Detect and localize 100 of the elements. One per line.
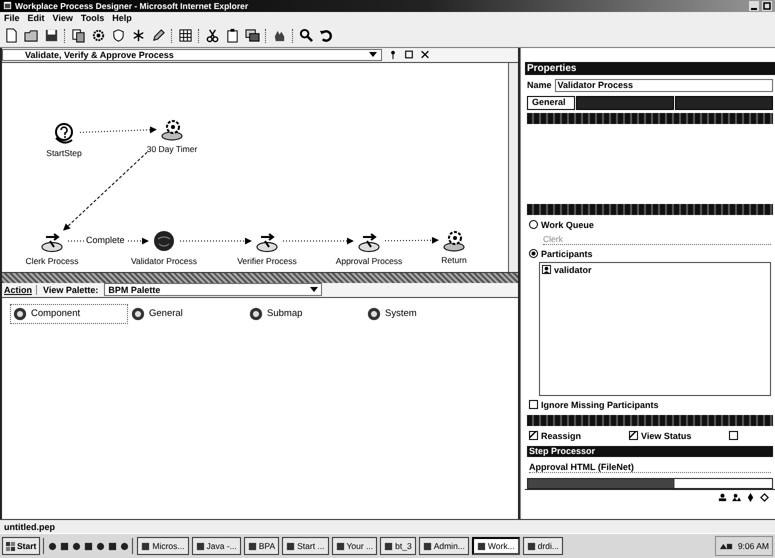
radio-button[interactable] [529,220,538,230]
palette-item[interactable]: General [128,304,246,324]
taskbar-button[interactable]: BPA [244,537,280,556]
app-icon [196,542,204,551]
radio-button[interactable] [529,249,538,258]
grid-icon[interactable] [178,28,193,44]
tab[interactable] [576,96,674,110]
node-label: Return [441,254,467,265]
person-icon[interactable] [718,492,727,502]
palette-item[interactable]: System [364,304,482,324]
ring-icon [13,306,27,321]
magnifier-icon[interactable] [299,28,314,44]
user-icon [542,265,551,274]
palette-label: View Palette: [43,284,98,295]
connector-arrow [282,237,354,244]
taskbar-button[interactable]: Java -... [192,537,241,556]
diamond-outline-icon[interactable] [760,492,769,502]
checkbox[interactable] [629,431,638,440]
people-icon[interactable] [732,492,741,502]
queue-field[interactable]: Clerk [543,234,771,245]
taskbar-button[interactable]: Your ... [332,537,378,556]
menu-item[interactable]: View [52,13,73,24]
ring-icon [131,306,145,321]
app-icon [141,542,150,551]
window-icon [3,1,12,10]
globe-icon[interactable] [152,228,176,253]
undo-icon[interactable] [319,28,334,44]
ring-icon [367,306,381,321]
restore-icon[interactable] [404,49,414,60]
participant-item[interactable]: validator [554,264,592,275]
tray-icon[interactable] [718,542,733,551]
processor-field[interactable]: Approval HTML (FileNet) [529,462,771,473]
section-bar: Step Processor [527,446,773,457]
shield-icon[interactable] [111,28,126,44]
app-icon [476,542,486,551]
ring-icon [249,306,263,321]
start-button[interactable]: Start [2,537,40,556]
checkbox-label[interactable]: Reassign [541,430,582,441]
checkbox[interactable] [729,431,738,440]
connector-arrow [384,236,439,244]
pin-icon[interactable] [388,49,398,60]
taskbar-button[interactable]: drdi... [522,537,563,556]
pages-icon[interactable] [71,28,86,44]
document-selector[interactable]: Validate, Verify & Approve Process [2,48,382,61]
node-label: 30 Day Timer [146,144,198,154]
name-field[interactable]: Validator Process [554,78,773,92]
close-icon[interactable] [420,49,430,60]
app-icon [248,542,257,551]
page-icon[interactable] [4,28,19,44]
taskbar-button[interactable]: Work... [472,537,520,556]
node-label: Approval Process [336,256,402,266]
action-tab[interactable]: Action [4,284,37,295]
taskbar-button[interactable]: Start ... [282,537,329,556]
menu-item[interactable]: Help [112,13,132,24]
question-bubble-icon[interactable] [52,120,76,145]
checkbox[interactable] [529,400,538,410]
node-label: StartStep [46,148,82,158]
connector-label: Complete [84,234,127,245]
name-label: Name [527,80,552,90]
palette-item[interactable]: Submap [246,304,364,324]
horizontal-scrollbar[interactable] [527,478,773,489]
window-title: Workplace Process Designer - Microsoft Internet Explorer [15,0,248,11]
palette-item[interactable]: Component [10,304,128,324]
palette-dropdown[interactable]: BPM Palette [104,283,322,296]
clock: 9:06 AM [738,541,769,552]
node-label: Verifier Process [237,256,297,266]
node-label: Validator Process [131,256,197,266]
tab[interactable] [675,96,773,110]
stack-icon[interactable] [245,28,260,44]
checkbox-label[interactable]: View Status [641,430,692,441]
taskbar-button[interactable]: bt_3 [380,537,416,556]
vertical-scrollbar[interactable] [508,62,518,272]
asterisk-icon[interactable] [131,28,146,44]
pencil-icon[interactable] [151,28,166,44]
menu-item[interactable]: File [4,13,20,24]
folder-icon[interactable] [24,28,39,44]
scissors-icon[interactable] [205,28,220,44]
windows-flag-icon [6,542,15,551]
panel-header: Properties [525,62,775,75]
clipboard-icon[interactable] [225,28,240,44]
app-icon [384,542,394,551]
dropdown-arrow-icon[interactable] [310,286,318,293]
gear-icon[interactable] [91,28,106,44]
radio-label[interactable]: Work Queue [541,220,594,230]
menu-item[interactable]: Tools [80,13,104,24]
status-text: untitled.pep [4,522,55,532]
taskbar-button[interactable]: Micros... [137,537,188,556]
menu-item[interactable]: Edit [28,13,45,24]
app-icon [526,542,536,551]
diamond-icon[interactable] [746,492,755,502]
checkbox-label[interactable]: Ignore Missing Participants [541,400,659,410]
taskbar-button[interactable]: Admin... [418,537,469,556]
maximize-icon[interactable] [762,0,772,11]
radio-label[interactable]: Participants [541,248,593,259]
checkbox[interactable] [529,431,538,440]
tab[interactable]: General [527,96,575,110]
horizontal-scrollbar[interactable] [2,272,518,283]
app-icon [422,542,432,551]
minimize-icon[interactable] [749,0,759,11]
dropdown-arrow-icon[interactable] [369,52,377,58]
